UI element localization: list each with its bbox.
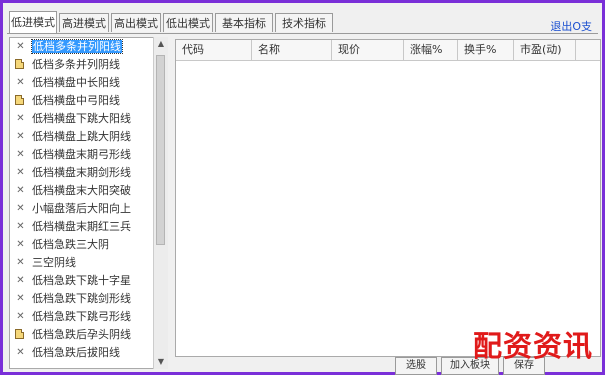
select-stocks-button[interactable]: 选股 <box>395 357 437 375</box>
close-icon: ✕ <box>16 167 25 178</box>
tree-item[interactable]: ✕ 低档急跌下跳十字星 <box>10 272 160 290</box>
column-header-price[interactable]: 现价 <box>332 40 404 60</box>
scroll-thumb[interactable] <box>156 55 165 245</box>
close-icon: ✕ <box>16 77 25 88</box>
tree-item-label: 低档急跌下跳弓形线 <box>32 310 131 323</box>
tree-item[interactable]: ✕ 低档急跌三大阴 <box>10 236 160 254</box>
tree-item-label: 低档横盘末期红三兵 <box>32 220 131 233</box>
close-icon: ✕ <box>16 41 25 52</box>
tree-item[interactable]: ✕ 低档横盘末大阳突破 <box>10 182 160 200</box>
tree-item-label: 低档急跌下跳十字星 <box>32 274 131 287</box>
tree-item[interactable]: ✕ 低档横盘下跳大阳线 <box>10 110 160 128</box>
folder-icon <box>15 95 24 105</box>
scroll-down-icon[interactable]: ▼ <box>154 355 168 369</box>
column-header-code[interactable]: 代码 <box>176 40 252 60</box>
pattern-tree[interactable]: ✕ 低档多条并列阳线 低档多条并列阴线 ✕ 低档横盘中长阳线 低档横盘中弓阳线 ✕ 低档横盘下… <box>9 37 161 369</box>
tab-bar: 低进模式 高进模式 高出模式 低出模式 基本指标 技术指标 退出O支 <box>7 9 598 33</box>
tree-item[interactable]: 低档多条并列阴线 <box>10 56 160 74</box>
close-icon: ✕ <box>16 275 25 286</box>
tree-item[interactable]: ✕ 三空阴线 <box>10 254 160 272</box>
tree-item[interactable]: ✕ 低档横盘中长阳线 <box>10 74 160 92</box>
tree-item[interactable]: ✕ 低档横盘上跳大阴线 <box>10 128 160 146</box>
tree-item[interactable]: ✕ 低档横盘末期剑形线 <box>10 164 160 182</box>
tree-item-label: 低档横盘末期剑形线 <box>32 166 131 179</box>
tree-item-label: 低档多条并列阳线 <box>31 39 123 54</box>
tree-item-label: 低档横盘下跳大阳线 <box>32 112 131 125</box>
tree-item-label: 低档横盘中长阳线 <box>32 76 120 89</box>
close-icon: ✕ <box>16 347 25 358</box>
close-icon: ✕ <box>16 149 25 160</box>
close-icon: ✕ <box>16 185 25 196</box>
close-icon: ✕ <box>16 113 25 124</box>
tree-item[interactable]: ✕ 低档急跌下跳弓形线 <box>10 308 160 326</box>
tree-item[interactable]: ✕ 低档横盘末期弓形线 <box>10 146 160 164</box>
column-header-change[interactable]: 涨幅% <box>404 40 458 60</box>
column-header-turnover[interactable]: 换手% <box>458 40 514 60</box>
results-table[interactable]: 代码 名称 现价 涨幅% 换手% 市盈(动) <box>175 39 601 357</box>
app-window: 低进模式 高进模式 高出模式 低出模式 基本指标 技术指标 退出O支 ✕ 低档多条… <box>0 0 605 375</box>
tree-item[interactable]: ✕ 低档急跌下跳剑形线 <box>10 290 160 308</box>
folder-icon <box>15 329 24 339</box>
tree-item-label: 低档横盘上跳大阴线 <box>32 130 131 143</box>
close-icon: ✕ <box>16 257 25 268</box>
close-icon: ✕ <box>16 203 25 214</box>
folder-icon <box>15 59 24 69</box>
tree-item-label: 低档急跌三大阴 <box>32 238 109 251</box>
tree-item[interactable]: ✕ 小幅盘落后大阳向上 <box>10 200 160 218</box>
tree-item-label: 低档横盘末期弓形线 <box>32 148 131 161</box>
tree-item-label: 低档多条并列阴线 <box>32 58 120 71</box>
column-header-name[interactable]: 名称 <box>252 40 332 60</box>
tab-low-entry[interactable]: 低进模式 <box>9 11 57 33</box>
tree-item[interactable]: 低档急跌后孕头阴线 <box>10 326 160 344</box>
tree-item-label: 低档急跌后孕头阴线 <box>32 328 131 341</box>
close-icon: ✕ <box>16 131 25 142</box>
scroll-up-icon[interactable]: ▲ <box>154 37 168 51</box>
tree-item-label: 三空阴线 <box>32 256 76 269</box>
watermark-logo: 配资资讯 <box>472 329 593 363</box>
close-icon: ✕ <box>16 293 25 304</box>
tree-item[interactable]: ✕ 低档横盘末期红三兵 <box>10 218 160 236</box>
tree-item-label: 低档急跌下跳剑形线 <box>32 292 131 305</box>
tree-item[interactable]: ✕ 低档急跌后拔阳线 <box>10 344 160 362</box>
tab-basic-indicators[interactable]: 基本指标 <box>215 13 273 32</box>
tree-item-label: 低档横盘中弓阳线 <box>32 94 120 107</box>
tab-low-exit[interactable]: 低出模式 <box>163 13 213 32</box>
close-icon: ✕ <box>16 221 25 232</box>
tree-item[interactable]: ✕ 低档多条并列阳线 <box>10 38 160 56</box>
exit-link[interactable]: 退出O支 <box>550 18 592 34</box>
tree-scrollbar[interactable]: ▲ ▼ <box>153 37 168 369</box>
close-icon: ✕ <box>16 311 25 322</box>
tree-item-label: 低档急跌后拔阳线 <box>32 346 120 359</box>
table-header: 代码 名称 现价 涨幅% 换手% 市盈(动) <box>176 40 600 61</box>
tab-divider <box>7 33 598 34</box>
column-header-pe[interactable]: 市盈(动) <box>514 40 576 60</box>
tree-item-label: 小幅盘落后大阳向上 <box>32 202 131 215</box>
tab-high-exit[interactable]: 高出模式 <box>111 13 161 32</box>
tab-high-entry[interactable]: 高进模式 <box>59 13 109 32</box>
tree-item-label: 低档横盘末大阳突破 <box>32 184 131 197</box>
tab-technical-indicators[interactable]: 技术指标 <box>275 13 333 32</box>
tree-item[interactable]: 低档横盘中弓阳线 <box>10 92 160 110</box>
close-icon: ✕ <box>16 239 25 250</box>
